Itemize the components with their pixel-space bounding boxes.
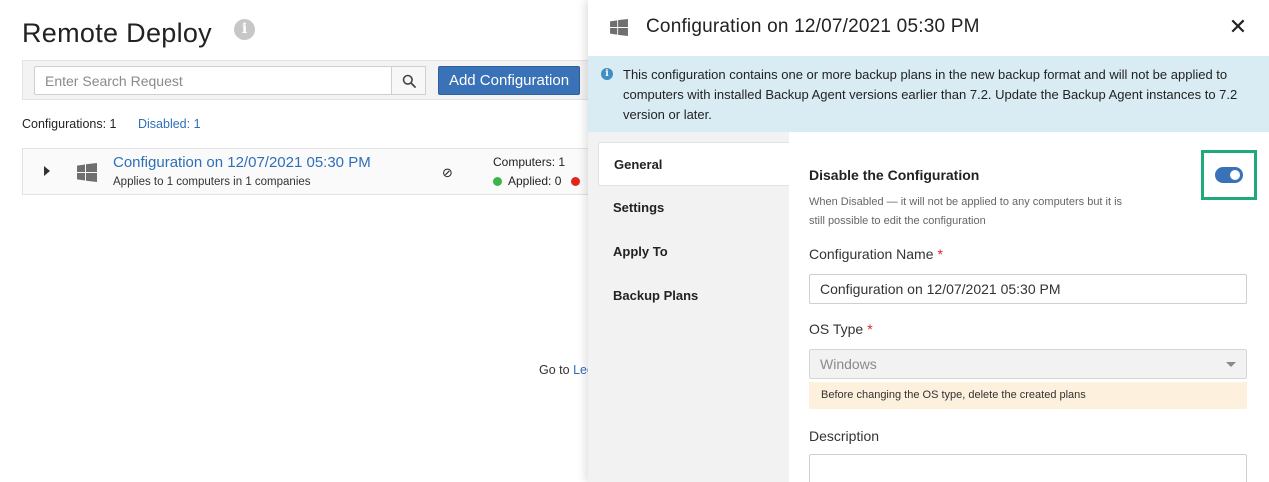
- add-configuration-button[interactable]: Add Configuration: [438, 66, 580, 95]
- configuration-name-link[interactable]: Configuration on 12/07/2021 05:30 PM: [113, 154, 371, 171]
- disable-configuration-description: When Disabled — it will not be applied t…: [809, 196, 1123, 227]
- info-notice: i This configuration contains one or mor…: [588, 56, 1269, 132]
- tab-backup-plans[interactable]: Backup Plans: [598, 274, 789, 318]
- required-mark: *: [867, 321, 873, 337]
- description-label: Description: [809, 428, 880, 444]
- os-type-label-text: OS Type: [809, 321, 864, 337]
- stats-bar: Configurations: 1 Disabled: 1: [22, 117, 201, 131]
- configuration-name-label-text: Configuration Name: [809, 246, 934, 262]
- go-to-label: Go to: [539, 363, 570, 377]
- tab-apply-to[interactable]: Apply To: [598, 230, 789, 274]
- windows-icon: [610, 19, 628, 36]
- computers-count: Computers: 1: [493, 155, 566, 169]
- general-form: Disable the Configuration When Disabled …: [809, 132, 1257, 482]
- chevron-down-icon: [1226, 362, 1236, 367]
- description-field[interactable]: [809, 454, 1247, 482]
- configuration-name-field[interactable]: [809, 274, 1247, 304]
- panel-tabs: General Settings Apply To Backup Plans: [588, 132, 789, 482]
- failed-dot-icon: [571, 176, 581, 186]
- disable-configuration-title: Disable the Configuration: [809, 167, 980, 183]
- tab-settings[interactable]: Settings: [598, 186, 789, 230]
- close-icon[interactable]: ✕: [1227, 16, 1249, 38]
- toggle-highlight-frame: [1201, 150, 1257, 200]
- search-button[interactable]: [391, 66, 426, 95]
- info-icon[interactable]: i: [234, 19, 255, 40]
- configuration-name-label: Configuration Name *: [809, 246, 943, 262]
- notice-text: This configuration contains one or more …: [623, 67, 1238, 122]
- expand-caret-icon[interactable]: [44, 166, 50, 176]
- legacy-link-text: Go to Leg: [539, 363, 594, 377]
- configuration-subtitle: Applies to 1 computers in 1 companies: [113, 176, 311, 188]
- os-type-label: OS Type *: [809, 321, 873, 337]
- search-icon: [402, 74, 416, 88]
- configurations-count: Configurations: 1: [22, 117, 117, 131]
- disabled-icon: ⊘: [442, 165, 453, 180]
- search-input[interactable]: [34, 66, 392, 95]
- toggle-knob: [1230, 170, 1240, 180]
- applied-status: Applied: 0: [493, 174, 586, 188]
- os-type-warning: Before changing the OS type, delete the …: [809, 382, 1247, 409]
- os-type-value: Windows: [820, 356, 877, 372]
- page-title: Remote Deploy: [22, 18, 212, 48]
- configuration-side-panel: Configuration on 12/07/2021 05:30 PM ✕ i…: [588, 0, 1269, 482]
- panel-header: Configuration on 12/07/2021 05:30 PM ✕: [588, 0, 1269, 56]
- tab-general[interactable]: General: [598, 142, 789, 186]
- os-type-select[interactable]: Windows: [809, 349, 1247, 379]
- required-mark: *: [937, 246, 943, 262]
- applied-dot-icon: [493, 176, 502, 186]
- disable-configuration-toggle[interactable]: [1215, 167, 1243, 183]
- windows-icon: [77, 163, 97, 182]
- applied-count: Applied: 0: [508, 174, 562, 188]
- info-icon: i: [601, 68, 613, 80]
- panel-title: Configuration on 12/07/2021 05:30 PM: [646, 16, 980, 37]
- disabled-filter-link[interactable]: Disabled: 1: [138, 117, 201, 131]
